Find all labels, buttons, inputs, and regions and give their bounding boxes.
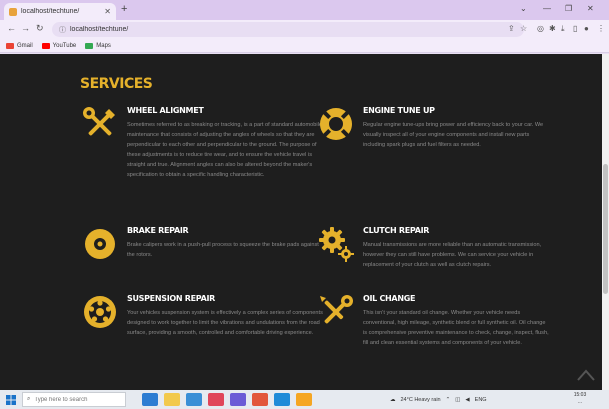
tab-search-chevron-icon[interactable]: ⌄: [520, 4, 527, 13]
bookmark-label: Maps: [96, 42, 111, 49]
share-icon[interactable]: ⇪: [508, 24, 515, 33]
windows-taskbar: ⌕ ☁ 24°C Heavy rain ⌃ ◫ ◀ ENG 15:03 ...: [0, 390, 609, 409]
back-arrow-icon[interactable]: ←: [7, 23, 16, 33]
maximize-button[interactable]: ❐: [565, 4, 572, 13]
taskbar-apps: [142, 393, 318, 406]
page-content: SERVICES WHEEL ALIGNMET Sometimes referr…: [0, 54, 602, 390]
browser-tab[interactable]: localhost/techtune/ ✕: [4, 3, 116, 20]
url-input[interactable]: [70, 26, 517, 33]
taskbar-clock[interactable]: 15:03 ...: [567, 392, 593, 406]
tab-title: localhost/techtune/: [21, 8, 80, 15]
sidepanel-icon[interactable]: ▯: [573, 24, 577, 33]
clock-time: 15:03: [573, 392, 587, 398]
gears-icon: [319, 227, 354, 262]
close-window-button[interactable]: ✕: [587, 4, 594, 13]
page-scrollbar[interactable]: [602, 54, 609, 390]
taskbar-search-box[interactable]: ⌕: [22, 392, 126, 407]
forward-arrow-icon[interactable]: →: [21, 23, 30, 33]
browser-toolbar: ← → ↻ ⓘ ⇪ ☆ ◎ ✱ ⤓ ▯ ● ⋮: [0, 20, 609, 39]
new-tab-button[interactable]: +: [121, 3, 127, 15]
service-oil-change: OIL CHANGE This isn't your standard oil …: [318, 294, 549, 374]
service-description: Sometimes referred to as breaking or tra…: [127, 122, 322, 178]
service-description: Brake calipers work in a push-pull proce…: [127, 242, 319, 258]
service-title: OIL CHANGE: [363, 294, 416, 303]
bookmark-gmail[interactable]: Gmail: [6, 42, 33, 49]
service-engine-tune-up: ENGINE TUNE UP Regular engine tune-ups b…: [318, 106, 548, 166]
wheel-icon: [84, 296, 116, 328]
extension-icon[interactable]: ◎: [537, 24, 544, 33]
service-title: ENGINE TUNE UP: [363, 106, 435, 115]
service-suspension-repair: SUSPENSION REPAIR Your vehicles suspensi…: [82, 294, 323, 364]
store-icon[interactable]: [208, 393, 224, 406]
minimize-button[interactable]: —: [543, 4, 551, 13]
service-title: SUSPENSION REPAIR: [127, 294, 216, 303]
youtube-icon: [41, 42, 50, 49]
xampp-icon[interactable]: [296, 393, 312, 406]
bookmark-maps[interactable]: Maps: [85, 42, 111, 49]
file-explorer-icon[interactable]: [164, 393, 180, 406]
site-favicon-icon: [9, 7, 17, 16]
vscode-icon[interactable]: [274, 393, 290, 406]
volume-icon[interactable]: ◀: [465, 397, 469, 403]
language-indicator[interactable]: ENG: [475, 397, 487, 403]
service-title: WHEEL ALIGNMET: [127, 106, 204, 115]
clock-date: ...: [577, 399, 583, 405]
brake-disc-icon: [85, 229, 115, 259]
bookmark-star-icon[interactable]: ☆: [520, 24, 527, 33]
network-icon[interactable]: ◫: [455, 397, 460, 403]
gmail-icon: [6, 42, 14, 49]
browser-tab-bar: localhost/techtune/ ✕ + ⌄ — ❐ ✕: [0, 0, 609, 20]
edge-browser-icon[interactable]: [186, 393, 202, 406]
reload-icon[interactable]: ↻: [36, 23, 44, 34]
scroll-to-top-chevron-icon[interactable]: [576, 368, 596, 382]
search-icon: ⌕: [27, 396, 31, 402]
bookmarks-bar: Gmail YouTube Maps: [0, 39, 609, 53]
service-title: BRAKE REPAIR: [127, 226, 189, 235]
taskbar-search-input[interactable]: [34, 396, 119, 403]
system-tray: ☁ 24°C Heavy rain ⌃ ◫ ◀ ENG: [390, 390, 492, 409]
app-icon[interactable]: [230, 393, 246, 406]
windows-logo-icon: [6, 394, 16, 405]
service-description: Manual transmissions are more reliable t…: [363, 242, 542, 268]
tray-chevron-up-icon[interactable]: ⌃: [446, 397, 451, 403]
site-info-icon[interactable]: ⓘ: [59, 25, 66, 35]
tools-icon: [83, 107, 115, 136]
profile-avatar-icon[interactable]: ●: [584, 24, 589, 33]
bookmark-youtube[interactable]: YouTube: [41, 42, 77, 49]
weather-icon[interactable]: ☁: [390, 397, 396, 403]
service-title: CLUTCH REPAIR: [363, 226, 430, 235]
wrench-screwdriver-icon: [320, 295, 353, 324]
task-view-icon[interactable]: [142, 393, 158, 406]
section-title: SERVICES: [80, 76, 153, 92]
service-description: Regular engine tune-ups bring power and …: [363, 122, 544, 148]
service-description: This isn't your standard oil change. Whe…: [363, 310, 549, 346]
scrollbar-thumb[interactable]: [603, 164, 608, 294]
bookmark-label: YouTube: [52, 42, 77, 49]
download-icon[interactable]: ⤓: [561, 24, 565, 34]
service-description: Your vehicles suspension system is effec…: [127, 310, 323, 336]
bookmark-label: Gmail: [17, 42, 33, 49]
lifebuoy-icon: [320, 108, 352, 140]
close-tab-icon[interactable]: ✕: [104, 7, 111, 16]
weather-text[interactable]: 24°C Heavy rain: [401, 397, 441, 403]
address-bar[interactable]: ⓘ: [52, 22, 524, 37]
windows-start-button[interactable]: [0, 390, 22, 409]
puzzle-icon[interactable]: ✱: [549, 24, 556, 33]
menu-kebab-icon[interactable]: ⋮: [597, 24, 605, 33]
chrome-icon[interactable]: [252, 393, 268, 406]
service-clutch-repair: CLUTCH REPAIR Manual transmissions are m…: [318, 226, 548, 276]
service-wheel-alignment: WHEEL ALIGNMET Sometimes referred to as …: [82, 106, 322, 206]
maps-icon: [85, 42, 94, 49]
service-brake-repair: BRAKE REPAIR Brake calipers work in a pu…: [82, 226, 322, 266]
